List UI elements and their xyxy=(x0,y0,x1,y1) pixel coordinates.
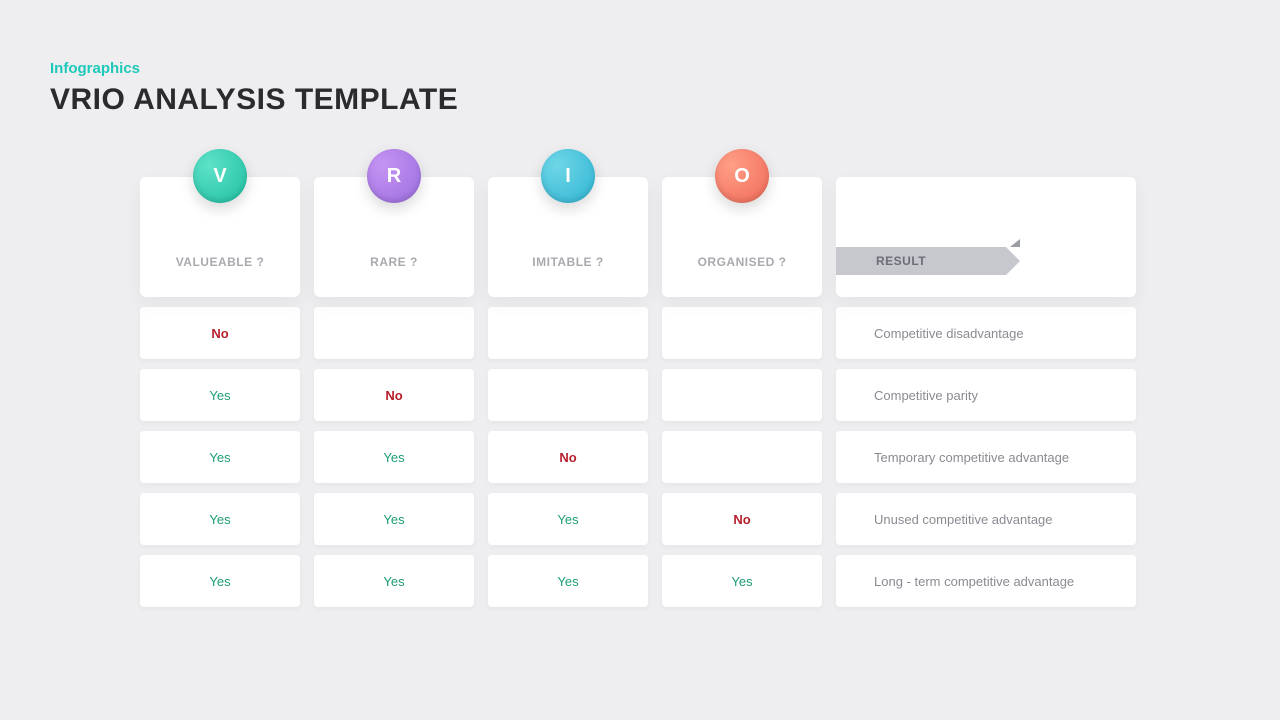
result-ribbon: RESULT xyxy=(836,247,1006,275)
badge-o-icon: O xyxy=(715,149,769,203)
cell-i xyxy=(488,307,648,359)
page-subtitle: Infographics xyxy=(50,60,1230,77)
cell-r: No xyxy=(314,369,474,421)
cell-result: Unused competitive advantage xyxy=(836,493,1136,545)
column-header-result: RESULT xyxy=(836,177,1136,297)
badge-r-icon: R xyxy=(367,149,421,203)
badge-v-icon: V xyxy=(193,149,247,203)
result-label: RESULT xyxy=(876,254,926,268)
page-title: VRIO ANALYSIS TEMPLATE xyxy=(50,83,1230,117)
ribbon-fold-icon xyxy=(1010,239,1020,247)
cell-i: Yes xyxy=(488,555,648,607)
column-header-organised: O ORGANISED ? xyxy=(662,177,822,297)
cell-v: Yes xyxy=(140,555,300,607)
cell-v: Yes xyxy=(140,369,300,421)
cell-o xyxy=(662,431,822,483)
cell-result: Competitive parity xyxy=(836,369,1136,421)
column-header-imitable: I IMITABLE ? xyxy=(488,177,648,297)
cell-v: Yes xyxy=(140,493,300,545)
cell-o xyxy=(662,307,822,359)
column-label-organised: ORGANISED ? xyxy=(698,255,787,269)
cell-v: Yes xyxy=(140,431,300,483)
cell-result: Temporary competitive advantage xyxy=(836,431,1136,483)
column-label-imitable: IMITABLE ? xyxy=(532,255,603,269)
cell-r: Yes xyxy=(314,555,474,607)
column-label-valuable: VALUEABLE ? xyxy=(176,255,265,269)
badge-i-icon: I xyxy=(541,149,595,203)
cell-i xyxy=(488,369,648,421)
cell-i: Yes xyxy=(488,493,648,545)
cell-result: Long - term competitive advantage xyxy=(836,555,1136,607)
cell-r: Yes xyxy=(314,493,474,545)
cell-i: No xyxy=(488,431,648,483)
column-label-rare: RARE ? xyxy=(370,255,418,269)
cell-r xyxy=(314,307,474,359)
cell-o: Yes xyxy=(662,555,822,607)
cell-result: Competitive disadvantage xyxy=(836,307,1136,359)
cell-v: No xyxy=(140,307,300,359)
column-header-valuable: V VALUEABLE ? xyxy=(140,177,300,297)
cell-o xyxy=(662,369,822,421)
cell-r: Yes xyxy=(314,431,474,483)
vrio-grid: V VALUEABLE ? R RARE ? I IMITABLE ? O OR… xyxy=(50,177,1230,607)
cell-o: No xyxy=(662,493,822,545)
column-header-rare: R RARE ? xyxy=(314,177,474,297)
